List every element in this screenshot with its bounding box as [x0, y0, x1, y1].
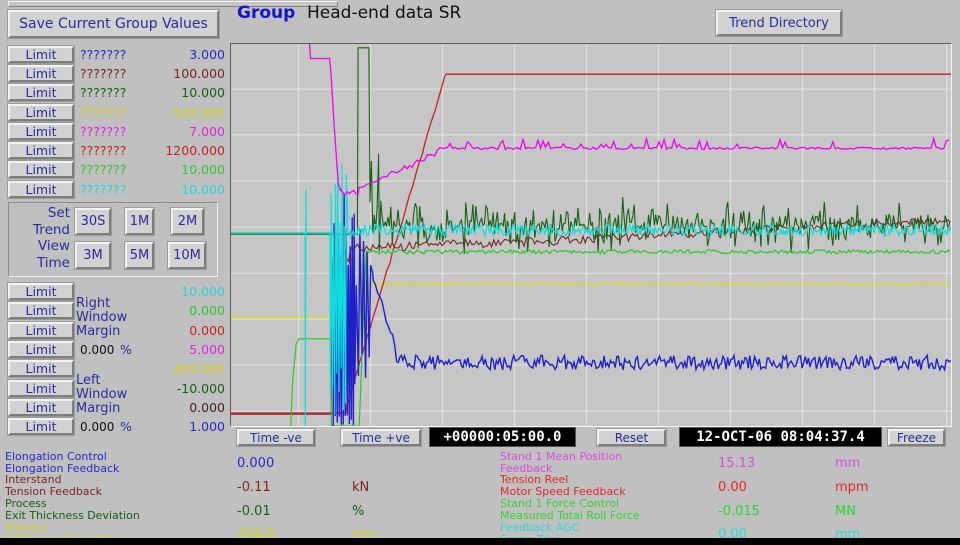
limit-value: 3.000: [110, 47, 225, 62]
limit-button[interactable]: Limit: [8, 360, 74, 377]
group-name: Head-end data SR: [307, 3, 461, 23]
limit-row: Limit ??????? 10.000: [0, 181, 228, 200]
trend-time-2m-button[interactable]: 2M: [171, 208, 204, 235]
limit-row: Limit ??????? 3.000: [0, 46, 228, 65]
trend-time-3m-button[interactable]: 3M: [75, 242, 111, 269]
group-label: Group: [237, 3, 295, 23]
right-window-margin-label: Right Window Margin: [76, 297, 127, 339]
label-line: Time: [14, 255, 70, 272]
limit-value: 500.000: [110, 105, 225, 120]
status-unit: kN: [352, 480, 369, 495]
label-line: Tension Reel: [500, 474, 626, 486]
status-value: -0.01: [237, 504, 271, 519]
label-line: View: [14, 238, 70, 255]
limit-value: 10.000: [110, 162, 225, 177]
status-value: 0.000: [237, 456, 274, 471]
limit-button[interactable]: Limit: [8, 322, 74, 339]
label-line: Process: [5, 498, 140, 510]
bottom-black-bar: [0, 538, 960, 545]
datetime-display: 12-OCT-06 08:04:37.4: [679, 427, 882, 447]
label-line: Trend: [14, 222, 70, 239]
label-line: Process: [5, 522, 116, 534]
save-current-group-values-button[interactable]: Save Current Group Values: [8, 10, 219, 38]
trend-plot-svg: [231, 44, 951, 426]
label-line: Left: [76, 374, 127, 388]
limit-value: 7.000: [110, 124, 225, 139]
left-window-margin-percent: %: [120, 419, 132, 434]
label-line: Exit Thickness Deviation: [5, 510, 140, 522]
limit-button[interactable]: Limit: [8, 399, 74, 416]
status-label: Stand 1 Mean Position Feedback: [500, 451, 622, 474]
limit-row: Limit ??????? 10.000: [0, 161, 228, 180]
status-label: Interstand Tension Feedback: [5, 474, 102, 497]
label-line: Stand 1 Force Control: [500, 498, 640, 510]
right-window-margin-value: 0.000: [80, 343, 114, 357]
status-label: Elongation Control Elongation Feedback: [5, 451, 119, 474]
label-line: Elongation Control: [5, 451, 119, 463]
trend-plot-area[interactable]: [230, 43, 952, 427]
limit-button[interactable]: Limit: [8, 104, 74, 121]
limit-button[interactable]: Limit: [8, 65, 74, 82]
label-line: Interstand: [5, 474, 102, 486]
label-line: Window: [76, 388, 127, 402]
limit-button[interactable]: Limit: [8, 418, 74, 435]
status-label: Stand 1 Force Control Measured Total Rol…: [500, 498, 640, 521]
limit-button[interactable]: Limit: [8, 341, 74, 358]
limit-button[interactable]: Limit: [8, 380, 74, 397]
label-line: Feedback AGC: [500, 522, 579, 534]
label-line: Margin: [76, 325, 127, 339]
status-value: -0.11: [237, 480, 271, 495]
limit-row: Limit ??????? 500.000: [0, 104, 228, 123]
label-line: Tension Feedback: [5, 486, 102, 498]
status-unit: MN: [835, 504, 856, 519]
limit-value: 100.000: [110, 66, 225, 81]
trend-time-10m-button[interactable]: 10M: [168, 242, 206, 269]
time-negative-button[interactable]: Time -ve: [237, 429, 315, 446]
limit-button[interactable]: Limit: [8, 302, 74, 319]
limit-value: 10.000: [110, 85, 225, 100]
limit-button[interactable]: Limit: [8, 161, 74, 178]
status-value: 15.13: [718, 456, 755, 471]
label-line: Measured Total Roll Force: [500, 510, 640, 522]
status-label: Process Exit Thickness Deviation: [5, 498, 140, 521]
trend-time-30s-button[interactable]: 30S: [75, 208, 111, 235]
limit-button[interactable]: Limit: [8, 46, 74, 63]
trend-view-time-label: Set Trend View Time: [14, 205, 70, 271]
label-line: Window: [76, 311, 127, 325]
status-unit: %: [352, 504, 364, 519]
status-value: -0.015: [718, 504, 760, 519]
time-positive-button[interactable]: Time +ve: [341, 429, 421, 446]
limit-value: 1200.000: [110, 143, 225, 158]
reset-button[interactable]: Reset: [597, 429, 666, 446]
status-unit: mm: [835, 456, 860, 471]
limit-button[interactable]: Limit: [8, 123, 74, 140]
trend-application: Save Current Group Values Group Head-end…: [0, 0, 960, 545]
trend-time-5m-button[interactable]: 5M: [125, 242, 154, 269]
elapsed-time-display: +00000:05:00.0: [429, 427, 576, 447]
status-value: 0.00: [718, 480, 747, 495]
limit-row: Limit ??????? 1200.000: [0, 142, 228, 161]
limit-button[interactable]: Limit: [8, 84, 74, 101]
label-line: Motor Speed Feedback: [500, 486, 626, 498]
limit-row: Limit ??????? 7.000: [0, 123, 228, 142]
label-line: Margin: [76, 402, 127, 416]
limit-button[interactable]: Limit: [8, 142, 74, 159]
limit-row: Limit ??????? 100.000: [0, 65, 228, 84]
left-window-margin-label: Left Window Margin: [76, 374, 127, 416]
limit-row: Limit ??????? 10.000: [0, 84, 228, 103]
label-line: Set: [14, 205, 70, 222]
limit-button[interactable]: Limit: [8, 181, 74, 198]
trend-directory-button[interactable]: Trend Directory: [716, 10, 842, 36]
status-unit: mpm: [835, 480, 869, 495]
trend-time-1m-button[interactable]: 1M: [125, 208, 154, 235]
limit-value: 10.000: [110, 182, 225, 197]
right-window-margin-percent: %: [120, 342, 132, 357]
label-line: Right: [76, 297, 127, 311]
left-window-margin-value: 0.000: [80, 420, 114, 434]
freeze-button[interactable]: Freeze: [888, 429, 945, 446]
label-line: Stand 1 Mean Position: [500, 451, 622, 463]
limit-button[interactable]: Limit: [8, 283, 74, 300]
status-label: Tension Reel Motor Speed Feedback: [500, 474, 626, 497]
